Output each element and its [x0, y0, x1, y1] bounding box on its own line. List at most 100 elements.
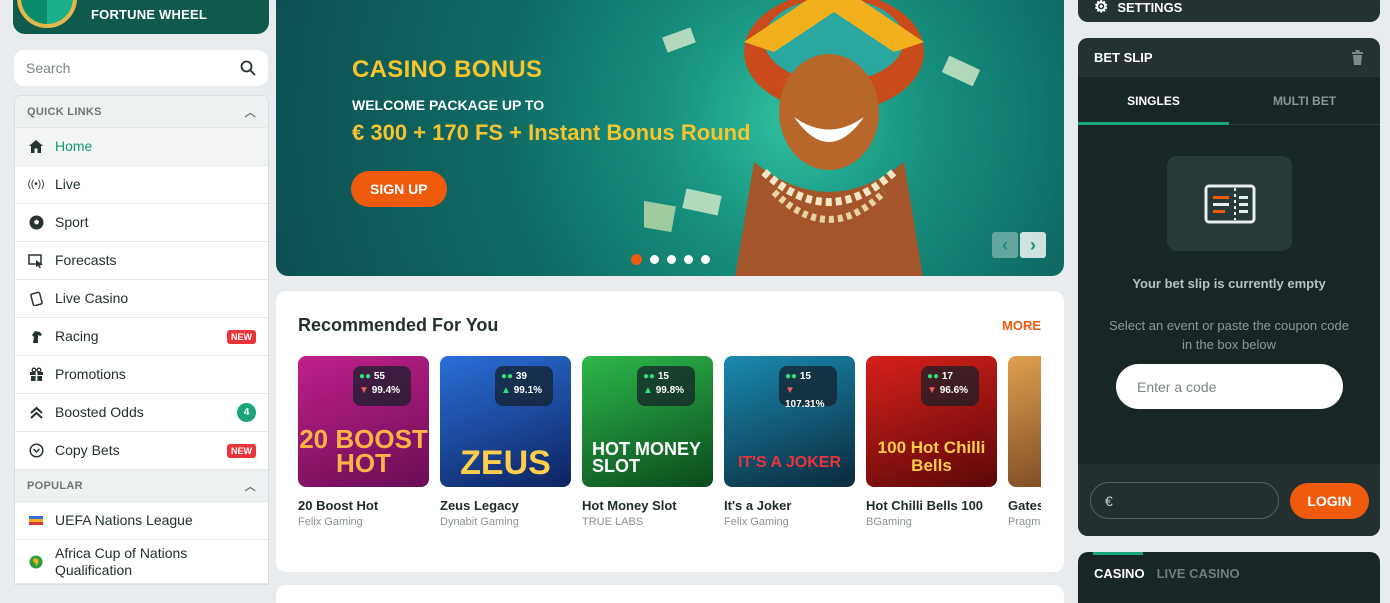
- game-card[interactable]: ●● 15 ▲ 99.8% HOT MONEY SLOT Hot Money S…: [582, 356, 713, 528]
- copy-bets-icon: [27, 442, 45, 460]
- africa-globe-icon: [27, 553, 45, 571]
- coupon-code-input[interactable]: [1116, 364, 1343, 409]
- game-thumbnail[interactable]: ●● 55 ▼ 99.4% 20 BOOST HOT: [298, 356, 429, 487]
- game-thumbnail[interactable]: ●● 15 ▲ 99.8% HOT MONEY SLOT: [582, 356, 713, 487]
- uefa-flag-icon: [27, 512, 45, 530]
- sidebar-item-forecasts[interactable]: Forecasts: [15, 242, 268, 280]
- login-button[interactable]: LOGIN: [1290, 483, 1369, 519]
- bet-slip: BET SLIP SINGLES MULTI BET Your bet slip…: [1078, 38, 1380, 536]
- fortune-wheel-label: FORTUNE WHEEL: [91, 6, 207, 22]
- more-link[interactable]: MORE: [1002, 318, 1041, 333]
- game-thumbnail[interactable]: ●● 17 ▼ 96.6% 100 Hot Chilli Bells: [866, 356, 997, 487]
- live-icon: ((•)): [27, 179, 45, 190]
- rtp-icon: ▼: [927, 385, 937, 396]
- bet-slip-header: BET SLIP: [1078, 38, 1380, 77]
- soccer-ball-icon: [27, 214, 45, 232]
- popular-header[interactable]: POPULAR ︿: [15, 470, 268, 502]
- game-provider: Pragmatic Play: [1008, 516, 1041, 528]
- game-thumbnail[interactable]: ●● 15 ▼ 107.31% IT'S A JOKER: [724, 356, 855, 487]
- tab-live-casino[interactable]: LIVE CASINO: [1157, 566, 1240, 581]
- bet-slip-footer: € LOGIN: [1078, 464, 1380, 536]
- players-icon: ●●: [643, 371, 656, 382]
- game-art: ZEUS: [460, 444, 551, 482]
- carousel-dot[interactable]: [667, 255, 676, 264]
- carousel-dot[interactable]: [701, 255, 710, 264]
- players-icon: ●●: [785, 371, 798, 382]
- game-name[interactable]: It's a Joker: [724, 498, 855, 513]
- signup-button[interactable]: SIGN UP: [351, 171, 447, 207]
- forecast-icon: [27, 252, 45, 270]
- game-provider: BGaming: [866, 516, 912, 528]
- hero-banner[interactable]: CASINO BONUS WELCOME PACKAGE UP TO € 300…: [276, 0, 1064, 276]
- game-name[interactable]: Hot Money Slot: [582, 498, 713, 513]
- sidebar-item-racing[interactable]: Racing NEW: [15, 318, 268, 356]
- game-card[interactable]: ●● 15 ▼ 107.31% IT'S A JOKER It's a Joke…: [724, 356, 855, 528]
- boost-icon: [27, 404, 45, 422]
- bet-slip-tabs: SINGLES MULTI BET: [1078, 77, 1380, 125]
- sidebar-item-live-casino[interactable]: Live Casino: [15, 280, 268, 318]
- carousel-dots: [631, 254, 710, 265]
- search-input[interactable]: [26, 60, 216, 76]
- game-provider: Felix Gaming: [724, 516, 789, 528]
- sidebar-item-promotions[interactable]: Promotions: [15, 356, 268, 394]
- new-badge: NEW: [227, 443, 256, 458]
- sidebar-item-home[interactable]: Home: [15, 128, 268, 166]
- chevron-up-icon[interactable]: ︿: [245, 478, 256, 494]
- fortune-wheel-banner[interactable]: FORTUNE WHEEL: [13, 0, 269, 34]
- rtp-icon: ▲: [501, 385, 511, 396]
- game-name[interactable]: Gates of Olympus Super: [1008, 498, 1041, 513]
- sidebar-item-boosted-odds[interactable]: Boosted Odds 4: [15, 394, 268, 432]
- empty-title: Your bet slip is currently empty: [1132, 276, 1326, 291]
- sidebar-item-copy-bets[interactable]: Copy Bets NEW: [15, 432, 268, 470]
- chevron-left-icon[interactable]: ‹: [992, 232, 1018, 258]
- rtp-icon: ▼: [785, 385, 795, 396]
- horse-icon: [27, 328, 45, 346]
- game-card[interactable]: Gates of Olympus Super Pragmatic Play: [1008, 356, 1041, 528]
- settings-bar[interactable]: ⚙ SETTINGS: [1078, 0, 1380, 22]
- settings-label: SETTINGS: [1117, 0, 1183, 15]
- tab-singles[interactable]: SINGLES: [1078, 77, 1229, 125]
- sidebar-item-sport[interactable]: Sport: [15, 204, 268, 242]
- game-name[interactable]: 20 Boost Hot: [298, 498, 429, 513]
- banner-title: CASINO BONUS: [352, 56, 543, 83]
- home-icon: [27, 138, 45, 156]
- carousel-dot[interactable]: [631, 254, 642, 265]
- quick-links-header[interactable]: QUICK LINKS ︿: [15, 96, 268, 128]
- game-stats: ●● 55 ▼ 99.4%: [353, 366, 411, 406]
- count-badge: 4: [237, 403, 256, 422]
- tab-multi-bet[interactable]: MULTI BET: [1229, 77, 1380, 124]
- search-box[interactable]: [14, 50, 268, 86]
- carousel-dot[interactable]: [650, 255, 659, 264]
- rtp-icon: ▼: [359, 385, 369, 396]
- search-icon[interactable]: [240, 60, 256, 76]
- game-card[interactable]: ●● 39 ▲ 99.1% ZEUS Zeus Legacy Dynabit G…: [440, 356, 571, 528]
- next-section: [276, 585, 1064, 603]
- game-card[interactable]: ●● 55 ▼ 99.4% 20 BOOST HOT 20 Boost Hot …: [298, 356, 429, 528]
- chevron-up-icon[interactable]: ︿: [245, 104, 256, 120]
- game-provider: Dynabit Gaming: [440, 516, 519, 528]
- game-card[interactable]: ●● 17 ▼ 96.6% 100 Hot Chilli Bells Hot C…: [866, 356, 997, 528]
- carousel-dot[interactable]: [684, 255, 693, 264]
- game-stats: ●● 39 ▲ 99.1%: [495, 366, 553, 406]
- game-name[interactable]: Hot Chilli Bells 100: [866, 498, 997, 513]
- game-stats: ●● 17 ▼ 96.6%: [921, 366, 979, 406]
- gear-icon: ⚙: [1094, 0, 1109, 16]
- tab-casino[interactable]: CASINO: [1094, 566, 1145, 581]
- sidebar-item-africa-cup-qualification[interactable]: Africa Cup of Nations Qualification: [15, 540, 268, 584]
- game-name[interactable]: Zeus Legacy: [440, 498, 571, 513]
- trash-icon[interactable]: [1351, 50, 1364, 65]
- players-icon: ●●: [359, 371, 372, 382]
- banner-subtitle: WELCOME PACKAGE UP TO: [352, 97, 545, 113]
- casino-tabs: CASINO LIVE CASINO: [1094, 566, 1240, 581]
- game-thumbnail[interactable]: ●● 39 ▲ 99.1% ZEUS: [440, 356, 571, 487]
- stake-input[interactable]: €: [1090, 482, 1279, 519]
- empty-subtitle: Select an event or paste the coupon code…: [1109, 318, 1349, 352]
- chevron-right-icon[interactable]: ›: [1020, 232, 1046, 258]
- sidebar-item-uefa-nations-league[interactable]: UEFA Nations League: [15, 502, 268, 540]
- game-thumbnail[interactable]: [1008, 356, 1041, 487]
- game-art: HOT MONEY SLOT: [592, 439, 701, 476]
- rtp-icon: ▲: [643, 385, 653, 396]
- sidebar-item-live[interactable]: ((•)) Live: [15, 166, 268, 204]
- game-carousel: ●● 55 ▼ 99.4% 20 BOOST HOT 20 Boost Hot …: [298, 356, 1041, 528]
- game-art: 100 Hot Chilli Bells: [877, 438, 986, 475]
